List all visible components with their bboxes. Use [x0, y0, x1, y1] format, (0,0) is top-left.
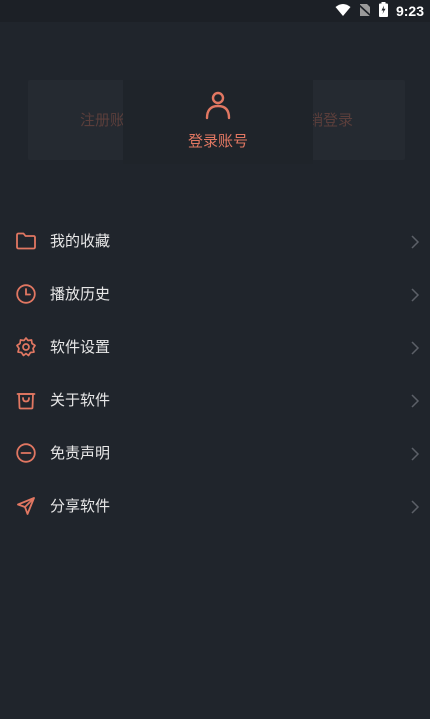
- chevron-right-icon: [410, 234, 420, 249]
- chevron-right-icon: [410, 446, 420, 461]
- folder-icon: [15, 230, 37, 252]
- bag-icon: [15, 389, 37, 411]
- status-bar: 9:23: [0, 0, 430, 22]
- menu-item-label: 分享软件: [50, 497, 111, 515]
- login-card[interactable]: 登录账号: [123, 80, 313, 164]
- menu-item-about[interactable]: 关于软件: [0, 373, 430, 426]
- send-icon: [15, 495, 37, 517]
- battery-charging-icon: [378, 1, 388, 21]
- user-icon: [204, 90, 232, 124]
- gear-icon: [15, 336, 37, 358]
- menu-item-label: 软件设置: [50, 338, 111, 356]
- chevron-right-icon: [410, 287, 420, 302]
- menu-list: 我的收藏 播放历史 软件设置 关于软件 免责声明 分享软件: [0, 214, 430, 532]
- minus-circle-icon: [15, 442, 37, 464]
- menu-item-settings[interactable]: 软件设置: [0, 320, 430, 373]
- clock-icon: [15, 283, 37, 305]
- chevron-right-icon: [410, 499, 420, 514]
- menu-item-label: 播放历史: [50, 285, 111, 303]
- menu-item-label: 免责声明: [50, 444, 111, 462]
- status-icons: 9:23: [335, 1, 424, 21]
- menu-item-label: 关于软件: [50, 391, 111, 409]
- menu-item-history[interactable]: 播放历史: [0, 267, 430, 320]
- register-link-ghost[interactable]: 注册账: [80, 109, 125, 130]
- login-label: 登录账号: [187, 132, 248, 150]
- menu-item-share[interactable]: 分享软件: [0, 479, 430, 532]
- chevron-right-icon: [410, 393, 420, 408]
- no-sim-icon: [358, 2, 372, 21]
- chevron-right-icon: [410, 340, 420, 355]
- menu-item-favorites[interactable]: 我的收藏: [0, 214, 430, 267]
- logout-link-ghost[interactable]: 销登录: [308, 109, 353, 130]
- menu-item-disclaimer[interactable]: 免责声明: [0, 426, 430, 479]
- menu-item-label: 我的收藏: [50, 232, 111, 250]
- status-time: 9:23: [395, 3, 424, 19]
- wifi-icon: [335, 2, 351, 21]
